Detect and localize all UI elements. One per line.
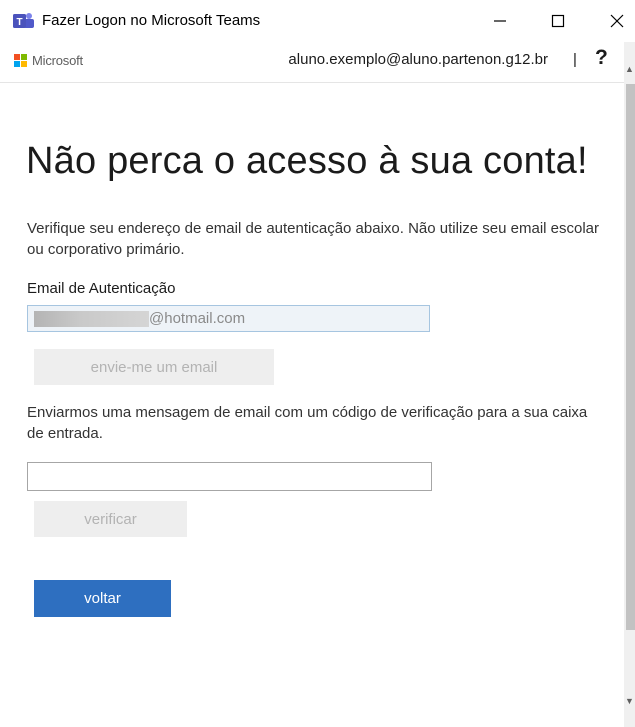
close-icon [610,14,624,28]
maximize-icon [551,14,565,28]
minimize-icon [494,20,506,22]
page-title: Não perca o acesso à sua conta! [26,140,588,182]
microsoft-logo: Microsoft [14,53,83,68]
auth-email-field: @hotmail.com [27,305,430,332]
microsoft-brand-text: Microsoft [32,53,83,68]
instructions-text: Verifique seu endereço de email de auten… [27,220,600,258]
teams-logo-icon: T [13,13,34,28]
svg-text:T: T [16,17,22,28]
verify-button[interactable]: verificar [34,501,187,537]
help-button[interactable]: ? [595,46,608,70]
sent-message-text: Enviarmos uma mensagem de email com um c… [27,404,588,442]
scrollbar-thumb[interactable] [626,84,635,630]
scroll-down-icon[interactable]: ▼ [624,696,635,708]
redacted-email-prefix [34,310,149,327]
send-email-button[interactable]: envie-me um email [34,349,274,385]
scroll-up-icon[interactable]: ▲ [624,64,635,76]
account-header: Microsoft aluno.exemplo@aluno.partenon.g… [0,42,624,83]
minimize-button[interactable] [480,6,520,36]
back-button[interactable]: voltar [34,580,171,617]
window-titlebar: T Fazer Logon no Microsoft Teams [0,0,635,42]
maximize-button[interactable] [538,6,578,36]
close-button[interactable] [597,6,635,36]
account-email: aluno.exemplo@aluno.partenon.g12.br [288,51,548,68]
window-title: Fazer Logon no Microsoft Teams [42,12,261,29]
verification-code-input[interactable] [27,462,432,491]
auth-email-label: Email de Autenticação [27,280,176,297]
microsoft-logo-icon [14,54,27,67]
header-separator: | [573,51,577,68]
auth-email-suffix: @hotmail.com [149,310,246,327]
